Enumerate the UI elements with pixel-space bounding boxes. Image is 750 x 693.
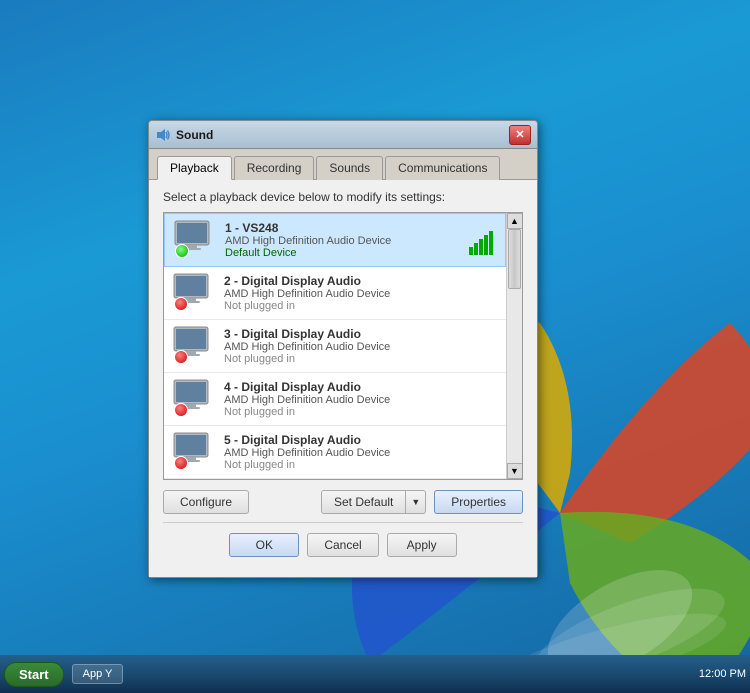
sound-dialog: Sound ✕ Playback Recording Sounds Commun… xyxy=(148,120,538,578)
device-info-3: 3 - Digital Display Audio AMD High Defin… xyxy=(224,327,498,365)
start-button[interactable]: Start xyxy=(4,662,64,687)
vol-bar xyxy=(484,235,488,255)
device-info-4: 4 - Digital Display Audio AMD High Defin… xyxy=(224,380,498,418)
taskbar-app-y[interactable]: App Y xyxy=(72,664,124,684)
device-status-3: Not plugged in xyxy=(224,353,498,365)
device-list: 1 - VS248 AMD High Definition Audio Devi… xyxy=(164,213,506,479)
device-status-1: Default Device xyxy=(225,247,469,259)
instruction-text: Select a playback device below to modify… xyxy=(163,190,523,204)
ok-button[interactable]: OK xyxy=(229,533,299,557)
device-info-1: 1 - VS248 AMD High Definition Audio Devi… xyxy=(225,221,469,259)
device-icon-wrap-1 xyxy=(173,220,217,260)
scroll-up-arrow[interactable]: ▲ xyxy=(507,213,523,229)
title-bar-left: Sound xyxy=(155,127,213,143)
device-name-1: 1 - VS248 xyxy=(225,221,469,235)
scrollbar[interactable]: ▲ ▼ xyxy=(506,213,522,479)
device-driver-3: AMD High Definition Audio Device xyxy=(224,341,498,353)
device-name-3: 3 - Digital Display Audio xyxy=(224,327,498,341)
status-badge-red-3 xyxy=(174,350,188,364)
close-button[interactable]: ✕ xyxy=(509,125,531,145)
title-bar: Sound ✕ xyxy=(149,121,537,149)
properties-button[interactable]: Properties xyxy=(434,490,523,514)
device-item-2[interactable]: 2 - Digital Display Audio AMD High Defin… xyxy=(164,267,506,320)
device-driver-1: AMD High Definition Audio Device xyxy=(225,235,469,247)
apply-button[interactable]: Apply xyxy=(387,533,457,557)
device-name-4: 4 - Digital Display Audio xyxy=(224,380,498,394)
device-item-4[interactable]: 4 - Digital Display Audio AMD High Defin… xyxy=(164,373,506,426)
taskbar-time: 12:00 PM xyxy=(699,668,746,680)
device-name-5: 5 - Digital Display Audio xyxy=(224,433,498,447)
device-name-2: 2 - Digital Display Audio xyxy=(224,274,498,288)
device-status-2: Not plugged in xyxy=(224,300,498,312)
vol-bar xyxy=(489,231,493,255)
device-driver-4: AMD High Definition Audio Device xyxy=(224,394,498,406)
set-default-wrap: Set Default ▼ Properties xyxy=(321,490,523,514)
device-icon-wrap-2 xyxy=(172,273,216,313)
device-item-1[interactable]: 1 - VS248 AMD High Definition Audio Devi… xyxy=(164,213,506,267)
taskbar: Start App Y 12:00 PM xyxy=(0,655,750,693)
tab-playback[interactable]: Playback xyxy=(157,156,232,180)
device-list-container: 1 - VS248 AMD High Definition Audio Devi… xyxy=(163,212,523,480)
device-item-3[interactable]: 3 - Digital Display Audio AMD High Defin… xyxy=(164,320,506,373)
tab-recording[interactable]: Recording xyxy=(234,156,315,180)
device-driver-2: AMD High Definition Audio Device xyxy=(224,288,498,300)
status-badge-red-4 xyxy=(174,403,188,417)
device-info-2: 2 - Digital Display Audio AMD High Defin… xyxy=(224,274,498,312)
desktop: Sound ✕ Playback Recording Sounds Commun… xyxy=(0,0,750,693)
scroll-thumb[interactable] xyxy=(508,229,521,289)
speaker-icon xyxy=(155,127,171,143)
vol-bar xyxy=(474,243,478,255)
buttons-row-2: OK Cancel Apply xyxy=(163,522,523,567)
set-default-button[interactable]: Set Default xyxy=(321,490,406,514)
tab-communications[interactable]: Communications xyxy=(385,156,500,180)
device-status-4: Not plugged in xyxy=(224,406,498,418)
status-badge-red-5 xyxy=(174,456,188,470)
cancel-button[interactable]: Cancel xyxy=(307,533,378,557)
buttons-row-1: Configure Set Default ▼ Properties xyxy=(163,490,523,514)
taskbar-right: 12:00 PM xyxy=(699,668,746,680)
start-label: Start xyxy=(19,667,49,682)
status-badge-red-2 xyxy=(174,297,188,311)
vol-bar xyxy=(479,239,483,255)
scroll-track[interactable] xyxy=(507,229,522,463)
tab-sounds[interactable]: Sounds xyxy=(316,156,383,180)
dialog-body: Select a playback device below to modify… xyxy=(149,180,537,577)
device-icon-wrap-3 xyxy=(172,326,216,366)
status-badge-green-1 xyxy=(175,244,189,258)
device-driver-5: AMD High Definition Audio Device xyxy=(224,447,498,459)
scroll-down-arrow[interactable]: ▼ xyxy=(507,463,523,479)
device-info-5: 5 - Digital Display Audio AMD High Defin… xyxy=(224,433,498,471)
device-icon-wrap-4 xyxy=(172,379,216,419)
set-default-dropdown[interactable]: ▼ xyxy=(406,490,426,514)
dialog-title: Sound xyxy=(176,128,213,142)
tab-bar: Playback Recording Sounds Communications xyxy=(149,149,537,180)
device-status-5: Not plugged in xyxy=(224,459,498,471)
device-item-5[interactable]: 5 - Digital Display Audio AMD High Defin… xyxy=(164,426,506,479)
configure-button[interactable]: Configure xyxy=(163,490,249,514)
vol-bar xyxy=(469,247,473,255)
device-icon-wrap-5 xyxy=(172,432,216,472)
volume-bars-1 xyxy=(469,225,493,255)
